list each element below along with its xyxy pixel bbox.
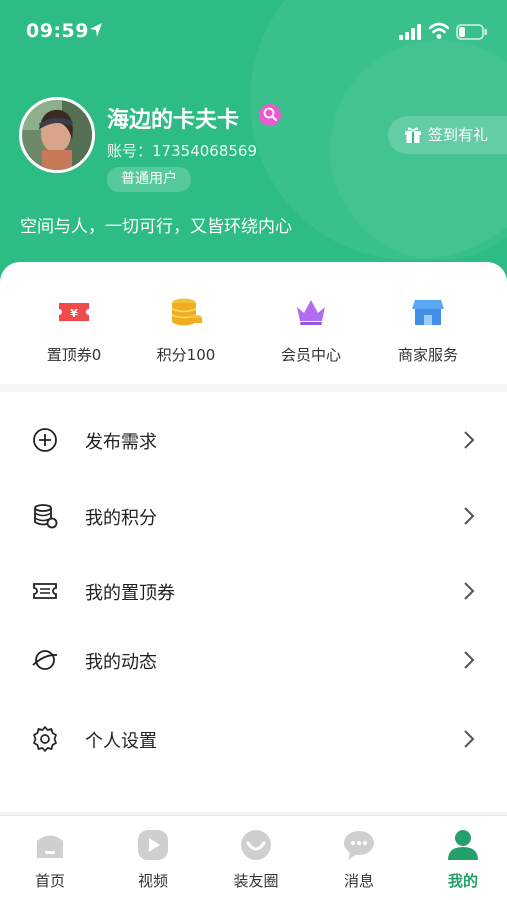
tab-messages[interactable]: 消息 <box>314 828 404 898</box>
plus-circle-icon <box>33 428 57 452</box>
gear-icon <box>33 726 57 752</box>
account-number: 账号：17354068569 <box>107 140 257 161</box>
menu-item-my-top-tickets[interactable]: 我的置顶券 <box>0 561 507 621</box>
home-icon <box>37 835 63 858</box>
chevron-right-icon <box>464 582 475 600</box>
menu-label: 我的动态 <box>85 652 157 673</box>
wifi-icon <box>429 22 449 39</box>
menu-item-publish-demand[interactable]: 发布需求 <box>0 410 507 470</box>
planet-icon <box>32 650 58 670</box>
ticket-icon: ¥ <box>59 303 89 321</box>
chevron-right-icon <box>464 431 475 449</box>
quick-item-merchant-service[interactable]: 商家服务 <box>373 294 483 374</box>
crown-icon <box>297 300 325 325</box>
quick-item-points[interactable]: 积分100 <box>131 294 241 374</box>
profile-header: 09:59 海边的卡夫卡 账号：17354068569 普通用户 签到有礼 空间… <box>0 0 507 300</box>
quick-actions-card: ¥ 置顶券0 积分100 会员中心 商家服务 <box>0 262 507 384</box>
tab-label: 我的 <box>447 872 478 890</box>
coins-icon <box>171 298 202 326</box>
signin-label: 签到有礼 <box>428 126 489 144</box>
menu-item-personal-settings[interactable]: 个人设置 <box>0 709 507 769</box>
quick-item-top-ticket[interactable]: ¥ 置顶券0 <box>19 294 129 374</box>
smile-icon <box>241 830 271 860</box>
user-type-badge: 普通用户 <box>107 167 191 192</box>
quick-label: 积分100 <box>156 346 216 364</box>
menu-item-my-moments[interactable]: 我的动态 <box>0 630 507 690</box>
user-slogan: 空间与人，一切可行，又皆环绕内心 <box>20 217 292 237</box>
signal-icon <box>399 24 421 40</box>
chevron-right-icon <box>464 651 475 669</box>
battery-icon <box>456 24 487 40</box>
tab-friends-circle[interactable]: 装友圈 <box>211 828 301 898</box>
avatar[interactable] <box>19 97 95 173</box>
chevron-right-icon <box>464 507 475 525</box>
status-time: 09:59 <box>26 20 89 42</box>
account-value: 17354068569 <box>152 142 257 160</box>
verified-icon <box>259 104 281 126</box>
tab-label: 消息 <box>343 872 374 890</box>
quick-label: 商家服务 <box>397 346 458 364</box>
menu-label: 发布需求 <box>85 432 157 453</box>
tab-mine[interactable]: 我的 <box>418 828 507 898</box>
quick-label: 会员中心 <box>280 346 341 364</box>
tab-label: 装友圈 <box>233 872 279 890</box>
chevron-right-icon <box>464 730 475 748</box>
coin-stack-icon <box>34 504 58 529</box>
quick-label: 置顶券0 <box>46 346 102 364</box>
bottom-tab-bar: 首页 视频 装友圈 消息 我的 <box>0 815 507 900</box>
menu-list: 发布需求 我的积分 我的置顶券 我的动态 个人设置 <box>0 392 507 812</box>
svg-text:¥: ¥ <box>70 307 78 320</box>
user-name: 海边的卡夫卡 <box>107 108 240 133</box>
gift-icon <box>405 127 421 143</box>
ticket-outline-icon <box>33 583 57 599</box>
tab-video[interactable]: 视频 <box>108 828 198 898</box>
chat-icon <box>344 831 374 860</box>
user-icon <box>448 830 478 860</box>
menu-label: 我的积分 <box>85 508 157 529</box>
status-bar: 09:59 <box>0 0 507 62</box>
menu-label: 我的置顶券 <box>85 583 175 604</box>
tab-label: 视频 <box>137 872 168 890</box>
location-arrow-icon <box>90 23 102 37</box>
avatar-image <box>22 100 92 170</box>
menu-label: 个人设置 <box>85 731 157 752</box>
tab-home[interactable]: 首页 <box>5 828 95 898</box>
account-label: 账号： <box>107 142 153 160</box>
tab-label: 首页 <box>34 872 65 890</box>
play-icon <box>138 830 168 860</box>
shop-icon <box>412 300 444 325</box>
menu-item-my-points[interactable]: 我的积分 <box>0 486 507 546</box>
quick-item-member-center[interactable]: 会员中心 <box>256 294 366 374</box>
